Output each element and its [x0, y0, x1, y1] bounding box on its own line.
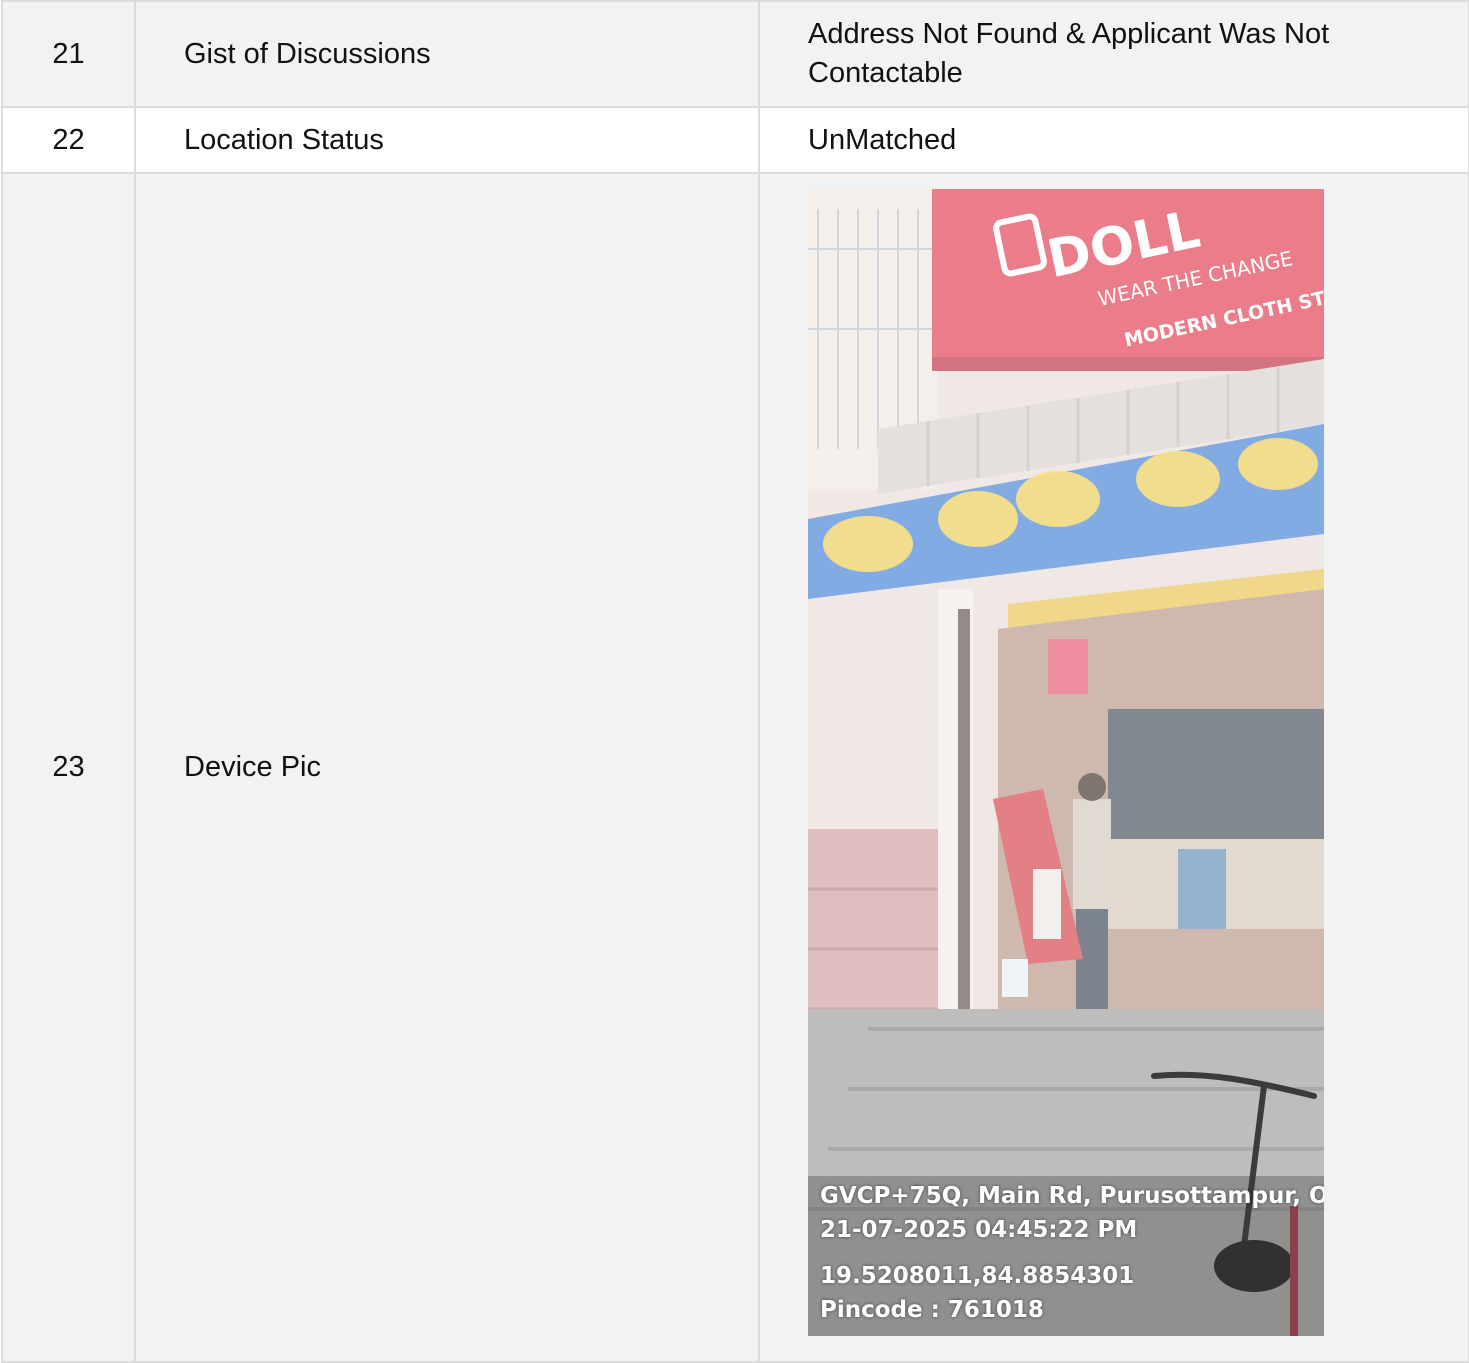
geotag-datetime: 21-07-2025 04:45:22 PM [820, 1217, 1138, 1243]
row-number: 22 [1, 106, 136, 174]
field-value: UnMatched [758, 106, 1469, 174]
field-value: Address Not Found & Applicant Was Not Co… [758, 0, 1469, 108]
geotag-pincode: Pincode : 761018 [820, 1297, 1044, 1323]
table-row-22: 22 Location Status UnMatched [1, 106, 1469, 174]
table-row-23: 23 Device Pic DOLL WEAR THE CHANGE MODER… [1, 172, 1469, 1363]
field-label: Location Status [134, 106, 760, 174]
device-photo[interactable]: DOLL WEAR THE CHANGE MODERN CLOTH ST GVC… [808, 189, 1324, 1336]
field-label: Device Pic [134, 172, 760, 1363]
field-label: Gist of Discussions [134, 0, 760, 108]
row-number: 21 [1, 0, 136, 108]
table-row-21: 21 Gist of Discussions Address Not Found… [1, 0, 1469, 108]
device-pic-cell: DOLL WEAR THE CHANGE MODERN CLOTH ST GVC… [758, 172, 1469, 1363]
verification-report-table: 21 Gist of Discussions Address Not Found… [1, 0, 1469, 1363]
row-number: 23 [1, 172, 136, 1363]
